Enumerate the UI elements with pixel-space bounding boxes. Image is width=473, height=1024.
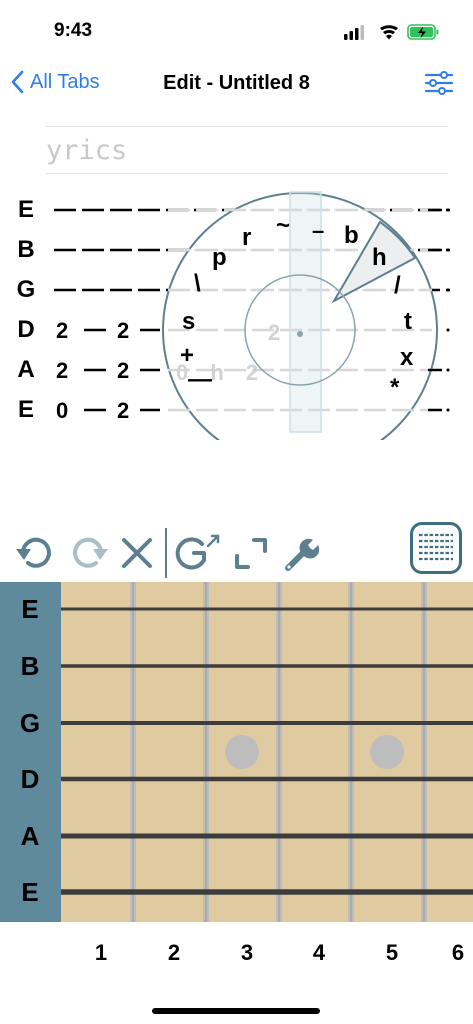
- lyrics-placeholder: yrics: [46, 135, 128, 166]
- settings-button[interactable]: [424, 70, 454, 96]
- tab-string-label: B: [17, 236, 35, 263]
- wheel-symbol-release[interactable]: r: [242, 224, 251, 252]
- tab-note[interactable]: 2: [117, 398, 129, 424]
- tab-note[interactable]: 2: [117, 318, 129, 344]
- tab-view-icon: [419, 533, 453, 561]
- tab-string-label: A: [17, 356, 35, 383]
- sliders-icon: [424, 71, 454, 95]
- undo-icon[interactable]: [14, 532, 58, 572]
- wrench-icon[interactable]: [282, 534, 322, 574]
- wheel-symbol-pull-off[interactable]: p: [212, 244, 227, 272]
- fret-number: 6: [451, 940, 465, 965]
- wheel-symbol-dash[interactable]: –: [312, 218, 324, 244]
- tab-string-label: D: [17, 316, 35, 343]
- clear-icon[interactable]: [118, 534, 156, 572]
- fretboard-string-label[interactable]: A: [0, 821, 60, 852]
- page-title: Edit - Untitled 8: [163, 72, 310, 94]
- wheel-symbol-slide-down[interactable]: \: [194, 270, 201, 298]
- wheel-symbol-vibrato[interactable]: ~: [276, 212, 290, 240]
- faded-note: 2: [268, 320, 281, 345]
- tab-view-button[interactable]: [410, 522, 462, 574]
- battery-icon: [407, 24, 439, 40]
- tab-note[interactable]: 2: [56, 318, 68, 344]
- wifi-icon: [380, 25, 398, 40]
- fret-number: 2: [167, 940, 181, 965]
- technique-wheel[interactable]: 2 0 h 2 ~ – b h / t x * — + s \ p r: [160, 190, 440, 440]
- wheel-symbol-plus[interactable]: +: [180, 342, 194, 370]
- fret-number: 4: [312, 940, 326, 965]
- fret-number: 5: [385, 940, 399, 965]
- tab-string-label: G: [16, 276, 36, 303]
- tab-string-label: E: [17, 196, 34, 223]
- status-icons: [344, 22, 444, 42]
- tab-note[interactable]: 2: [117, 358, 129, 384]
- tab-string-label: E: [17, 396, 34, 423]
- signal-icon: [344, 25, 364, 40]
- fretboard-string-label[interactable]: G: [0, 708, 60, 739]
- status-time: 9:43: [54, 20, 93, 41]
- expand-icon[interactable]: [232, 536, 270, 572]
- tab-note[interactable]: 0: [56, 398, 68, 424]
- wheel-symbol-hammer-on[interactable]: h: [372, 244, 387, 272]
- fretboard-string-label[interactable]: B: [0, 651, 60, 682]
- chord-icon[interactable]: [174, 532, 222, 572]
- toolbar-divider: [165, 528, 167, 578]
- staff-end: [428, 208, 450, 412]
- wheel-symbol-dead-note[interactable]: x: [400, 344, 413, 372]
- fret-marker: [370, 735, 404, 769]
- wheel-symbol-slide-up[interactable]: /: [394, 272, 401, 300]
- lyrics-field[interactable]: yrics: [46, 126, 448, 174]
- fretboard-string-label[interactable]: E: [0, 877, 60, 908]
- tab-note[interactable]: 2: [56, 358, 68, 384]
- wheel-symbol-tap[interactable]: t: [404, 308, 412, 336]
- wheel-symbol-harmonic[interactable]: *: [390, 374, 399, 402]
- fret-number: 3: [240, 940, 254, 965]
- redo-icon[interactable]: [66, 532, 110, 572]
- home-indicator[interactable]: [152, 1008, 320, 1014]
- wheel-symbol-slide[interactable]: s: [182, 308, 195, 336]
- fret-number: 1: [94, 940, 108, 965]
- wheel-symbol-bend[interactable]: b: [344, 222, 359, 250]
- fretboard-string-label[interactable]: E: [0, 594, 60, 625]
- wheel-symbol-palm-mute[interactable]: —: [188, 366, 212, 394]
- toolbar: [0, 520, 473, 580]
- fretboard-string-label[interactable]: D: [0, 764, 60, 795]
- fretboard[interactable]: E B G D A E: [0, 582, 473, 922]
- fret-marker: [225, 735, 259, 769]
